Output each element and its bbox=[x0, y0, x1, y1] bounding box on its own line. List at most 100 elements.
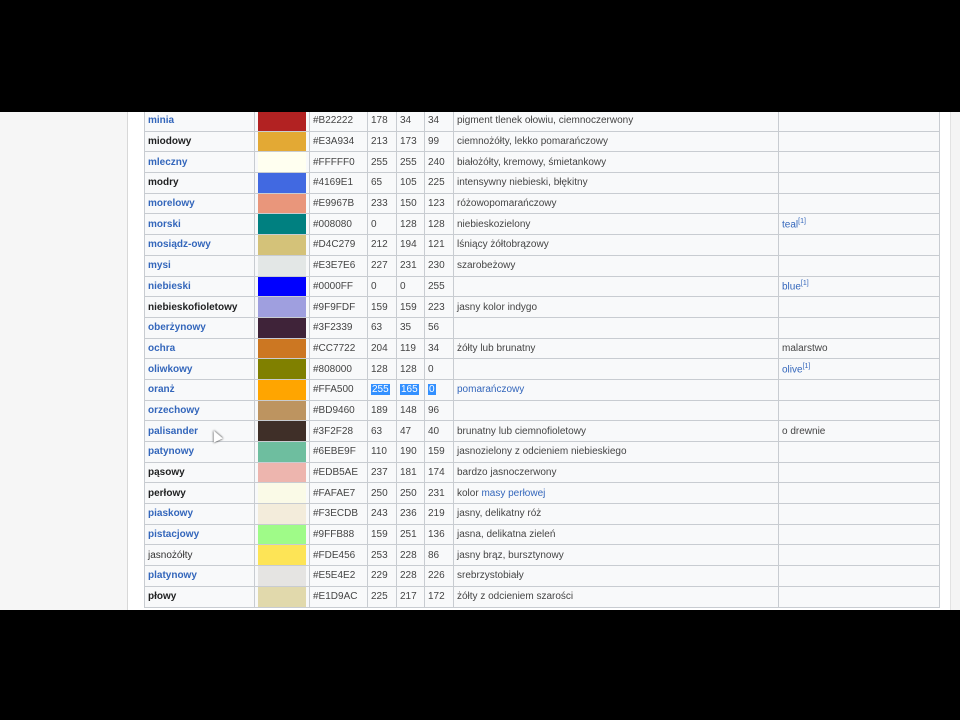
table-row: platynowy #E5E4E2 229 228 226 srebrzystobiały bbox=[144, 565, 940, 587]
color-name-link[interactable]: mleczny bbox=[148, 157, 187, 168]
color-swatch bbox=[258, 152, 306, 172]
hex-cell: #CC7722 bbox=[309, 337, 368, 360]
g-value: 250 bbox=[400, 487, 417, 499]
hex-value: #6EBE9F bbox=[313, 446, 356, 458]
color-table: minia #B22222 178 34 34 pigment tlenek ołowiu… bbox=[144, 112, 940, 608]
color-name-cell[interactable]: mosiądz-owy bbox=[144, 234, 255, 256]
g-value: 228 bbox=[400, 570, 417, 582]
color-swatch-cell bbox=[254, 130, 310, 153]
hex-cell: #FFA500 bbox=[309, 378, 368, 401]
color-swatch-cell bbox=[254, 234, 310, 256]
english-name-cell[interactable]: blue[1] bbox=[778, 275, 940, 298]
color-swatch-cell bbox=[254, 192, 310, 215]
english-name-cell[interactable]: teal[1] bbox=[778, 213, 940, 236]
description-cell: jasny kolor indygo bbox=[453, 296, 779, 318]
color-name-link[interactable]: pistacjowy bbox=[148, 529, 199, 540]
reference-link[interactable]: [1] bbox=[803, 363, 811, 370]
g-value-cell: 128 bbox=[396, 358, 425, 380]
r-value-cell: 233 bbox=[367, 192, 397, 215]
table-row: ochra #CC7722 204 119 34 żółty lub brunatny ma… bbox=[144, 337, 940, 360]
color-name-link[interactable]: morski bbox=[148, 219, 181, 230]
b-value-cell: 255 bbox=[424, 275, 454, 298]
letterbox-bottom bbox=[0, 610, 960, 720]
description-text: pigment tlenek ołowiu, ciemnoczerwony bbox=[457, 115, 634, 127]
english-name-cell bbox=[778, 503, 940, 525]
color-name-cell[interactable]: mysi bbox=[144, 254, 255, 277]
english-name-cell bbox=[778, 482, 940, 505]
color-swatch bbox=[258, 504, 306, 524]
english-name-link[interactable]: blue bbox=[782, 282, 801, 293]
b-value: 226 bbox=[428, 570, 445, 582]
color-name-link[interactable]: niebieski bbox=[148, 281, 191, 292]
color-name-link[interactable]: oliwkowy bbox=[148, 364, 192, 375]
english-name-link[interactable]: olive bbox=[782, 364, 803, 375]
reference-link[interactable]: [1] bbox=[801, 280, 809, 287]
color-name-cell[interactable]: mleczny bbox=[144, 151, 255, 174]
b-value: 136 bbox=[428, 529, 445, 541]
hex-value: #E3E7E6 bbox=[313, 260, 356, 272]
english-name-cell[interactable]: olive[1] bbox=[778, 358, 940, 380]
english-name-cell bbox=[778, 399, 940, 422]
color-name-cell[interactable]: oranż bbox=[144, 378, 255, 401]
hex-value: #0000FF bbox=[313, 280, 354, 292]
color-name-cell[interactable]: niebieski bbox=[144, 275, 255, 298]
scrollbar[interactable] bbox=[950, 112, 960, 610]
hex-cell: #6EBE9F bbox=[309, 441, 368, 463]
color-swatch-cell bbox=[254, 585, 310, 608]
color-name-link[interactable]: mosiądz-owy bbox=[148, 239, 211, 250]
color-name-cell[interactable]: minia bbox=[144, 112, 255, 132]
color-name-link[interactable]: morelowy bbox=[148, 198, 195, 209]
english-name-cell bbox=[778, 461, 940, 484]
color-name-cell[interactable]: platynowy bbox=[144, 565, 255, 587]
color-name-cell[interactable]: orzechowy bbox=[144, 399, 255, 422]
note-text: malarstwo bbox=[782, 342, 828, 354]
english-name-cell bbox=[778, 112, 940, 132]
color-name-cell[interactable]: piaskowy bbox=[144, 503, 255, 525]
hex-cell: #F3ECDB bbox=[309, 503, 368, 525]
color-name-link[interactable]: palisander bbox=[148, 426, 198, 437]
r-value: 0 bbox=[371, 280, 377, 292]
color-name-cell: niebieskofioletowy bbox=[144, 296, 255, 318]
color-name-cell[interactable]: morelowy bbox=[144, 192, 255, 215]
description-cell: białożółty, kremowy, śmietankowy bbox=[453, 151, 779, 174]
hex-value: #FAFAE7 bbox=[313, 487, 356, 499]
color-name-cell[interactable]: patynowy bbox=[144, 441, 255, 463]
color-name-link[interactable]: platynowy bbox=[148, 570, 197, 581]
color-name-link[interactable]: oranż bbox=[148, 384, 175, 395]
description-link[interactable]: masy perłowej bbox=[481, 488, 545, 499]
color-name-link[interactable]: minia bbox=[148, 115, 174, 126]
description-text: szarobeżowy bbox=[457, 260, 516, 272]
b-value-cell: 123 bbox=[424, 192, 454, 215]
reference-link[interactable]: [1] bbox=[798, 218, 806, 225]
color-swatch-cell bbox=[254, 461, 310, 484]
color-name-cell[interactable]: oberżynowy bbox=[144, 316, 255, 339]
color-name-cell[interactable]: morski bbox=[144, 213, 255, 236]
color-name-link[interactable]: orzechowy bbox=[148, 405, 200, 416]
description-text: białożółty, kremowy, śmietankowy bbox=[457, 156, 607, 168]
color-swatch-cell bbox=[254, 503, 310, 525]
color-name-link[interactable]: patynowy bbox=[148, 446, 194, 457]
table-row: niebieski #0000FF 0 0 255 blue[1] bbox=[144, 275, 940, 298]
r-value-cell: 212 bbox=[367, 234, 397, 256]
b-value-cell: 231 bbox=[424, 482, 454, 505]
color-name-cell[interactable]: oliwkowy bbox=[144, 358, 255, 380]
color-name-link[interactable]: ochra bbox=[148, 343, 175, 354]
r-value: 255 bbox=[371, 384, 390, 396]
r-value-cell: 227 bbox=[367, 254, 397, 277]
color-name-cell[interactable]: ochra bbox=[144, 337, 255, 360]
color-name-cell[interactable]: palisander bbox=[144, 420, 255, 442]
color-name-link[interactable]: piaskowy bbox=[148, 508, 193, 519]
description-text: jasnozielony z odcieniem niebieskiego bbox=[457, 446, 627, 458]
description-cell bbox=[453, 399, 779, 422]
color-name-link[interactable]: oberżynowy bbox=[148, 322, 206, 333]
table-row: mysi #E3E7E6 227 231 230 szarobeżowy bbox=[144, 254, 940, 277]
english-name-link[interactable]: teal bbox=[782, 219, 798, 230]
color-name-cell[interactable]: pistacjowy bbox=[144, 523, 255, 546]
color-swatch-cell bbox=[254, 482, 310, 505]
r-value: 159 bbox=[371, 301, 388, 313]
color-name-link[interactable]: mysi bbox=[148, 260, 171, 271]
description-text: lśniący żółtobrązowy bbox=[457, 239, 549, 251]
hex-value: #E5E4E2 bbox=[313, 570, 356, 582]
g-value-cell: 228 bbox=[396, 565, 425, 587]
color-swatch bbox=[258, 112, 306, 131]
